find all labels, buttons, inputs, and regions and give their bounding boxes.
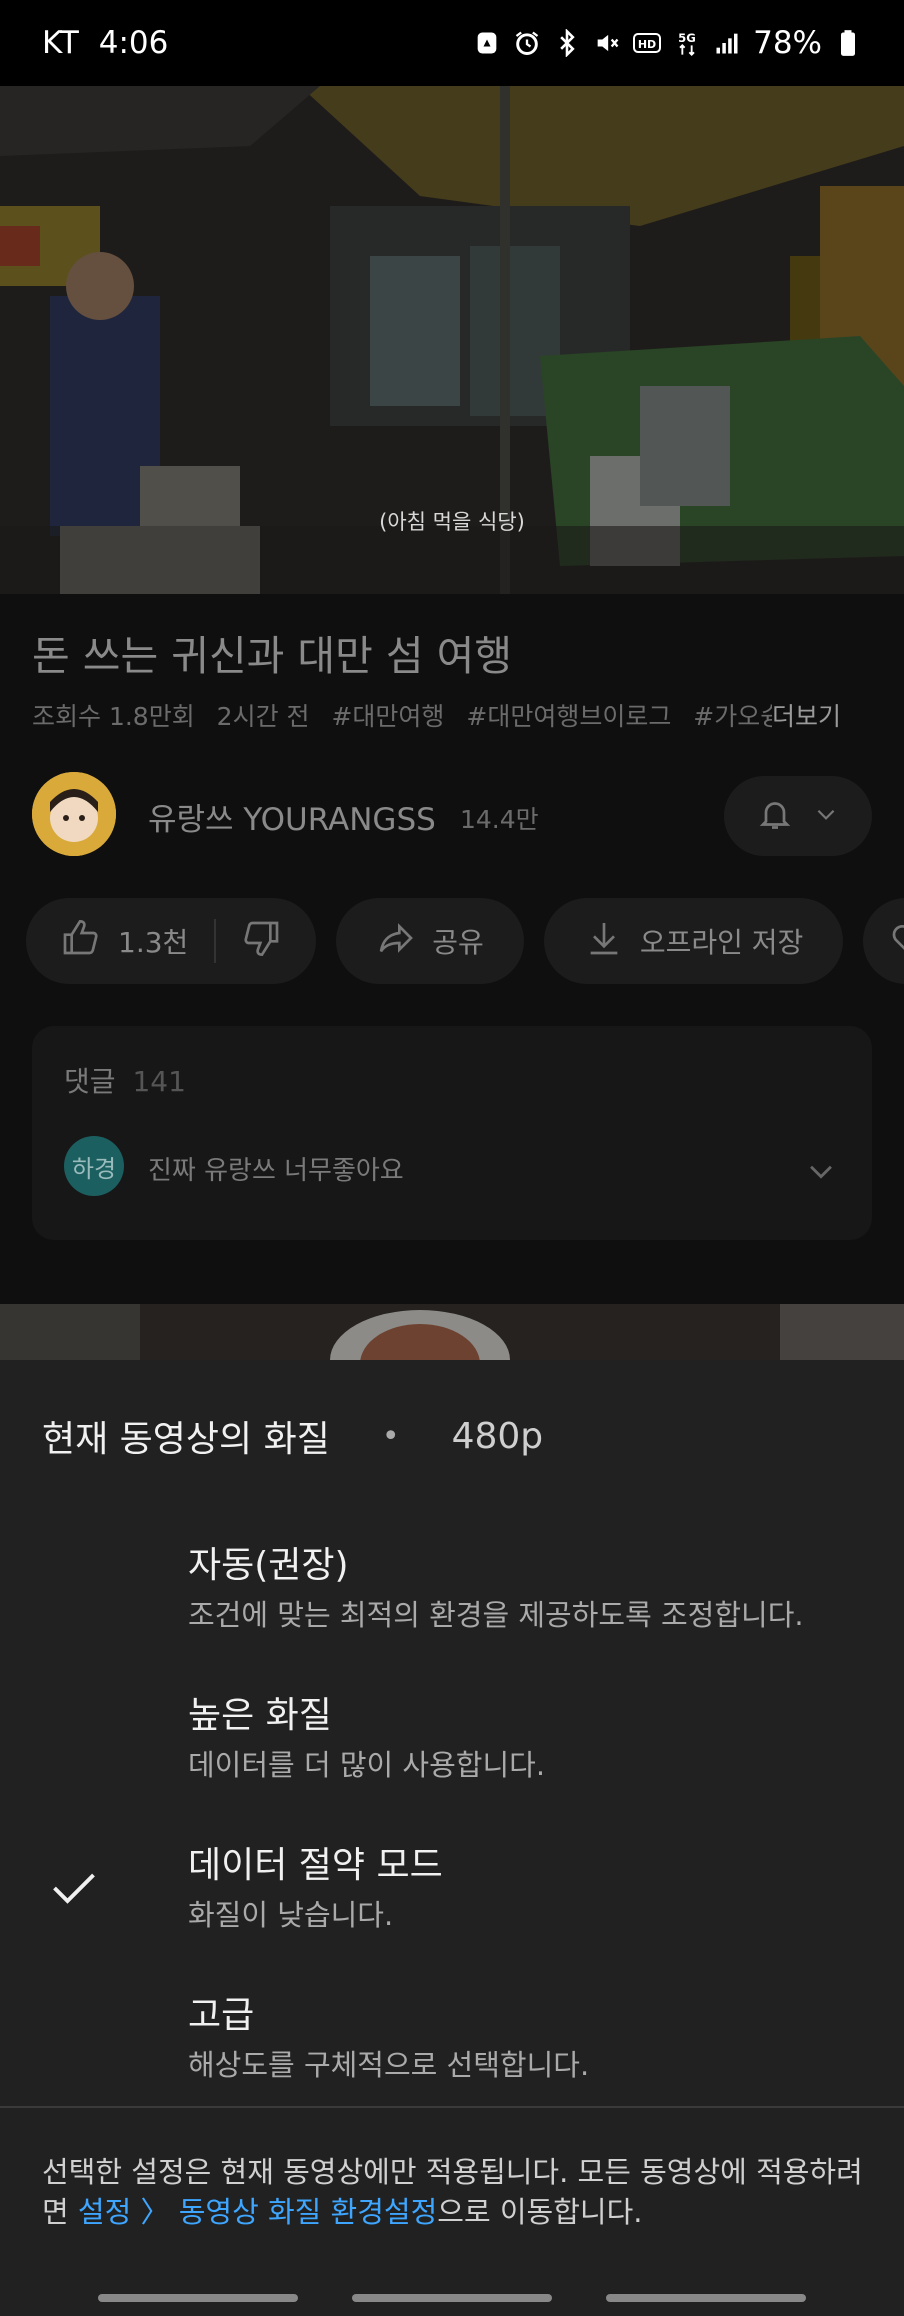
like-divider (214, 919, 217, 963)
next-video-thumbnail (0, 1304, 904, 1360)
option-title: 자동(권장) (188, 1545, 349, 1586)
download-label: 오프라인 저장 (639, 926, 804, 959)
thanks-button[interactable] (863, 898, 904, 984)
bluetooth-icon (553, 29, 581, 57)
option-desc: 화질이 낮습니다. (188, 1898, 394, 1932)
battery-icon (834, 29, 862, 57)
hashtag[interactable]: #대만여행브이로그 (466, 702, 671, 731)
video-player[interactable]: (아침 먹을 식당) (0, 86, 904, 594)
like-button[interactable]: 1.3천 (60, 918, 188, 965)
share-button[interactable]: 공유 (336, 898, 524, 984)
option-title: 높은 화질 (188, 1695, 332, 1736)
dislike-button[interactable] (242, 918, 282, 965)
signal-icon (713, 29, 741, 57)
quality-option-data-saver[interactable]: 데이터 절약 모드 화질이 낮습니다. (0, 1836, 904, 1966)
comments-count: 141 (132, 1065, 186, 1098)
notification-icon (473, 29, 501, 57)
sheet-footnote: 선택한 설정은 현재 동영상에만 적용됩니다. 모든 동영상에 적용하려면 설정… (42, 2152, 882, 2232)
status-right: HD 5G 78% (473, 25, 862, 61)
view-count: 조회수 1.8만회 (32, 702, 195, 731)
upload-age: 2시간 전 (216, 702, 310, 731)
comment-avatar: 하경 (64, 1136, 124, 1196)
like-count: 1.3천 (118, 926, 189, 959)
option-title: 고급 (188, 1995, 255, 2036)
bell-icon (757, 796, 793, 836)
subscriber-count: 14.4만 (460, 805, 539, 834)
option-desc: 데이터를 더 많이 사용합니다. (188, 1748, 546, 1782)
option-desc: 조건에 맞는 최적의 환경을 제공하도록 조정합니다. (188, 1598, 804, 1632)
hashtag[interactable]: #가오슝 (693, 702, 772, 731)
status-bar: KT 4:06 HD 5G 78% (0, 0, 904, 86)
clock: 4:06 (98, 25, 169, 61)
option-title: 데이터 절약 모드 (188, 1845, 443, 1886)
download-button[interactable]: 오프라인 저장 (543, 898, 844, 984)
sheet-divider (0, 2106, 904, 2108)
download-icon (584, 918, 624, 965)
thumbs-down-icon (242, 921, 282, 965)
chevron-down-icon (813, 801, 839, 831)
mute-icon (593, 29, 621, 57)
current-quality: 480p (451, 1415, 544, 1457)
quality-option-advanced[interactable]: 고급 해상도를 구체적으로 선택합니다. (0, 1986, 904, 2116)
system-nav-bar (0, 2280, 904, 2316)
sheet-title: 현재 동영상의 화질 (42, 1419, 330, 1460)
heart-dollar-icon (889, 918, 904, 965)
comments-card[interactable]: 댓글 141 하경 진짜 유랑쓰 너무좋아요 (32, 1026, 872, 1240)
nav-home[interactable] (352, 2294, 552, 2302)
status-left: KT 4:06 (42, 25, 168, 61)
share-icon (376, 918, 416, 965)
chevron-down-icon[interactable] (804, 1154, 838, 1192)
battery-percent: 78% (753, 25, 822, 61)
video-title: 돈 쓰는 귀신과 대만 섬 여행 (32, 632, 513, 680)
checkmark-icon (48, 1862, 100, 1918)
video-meta: 조회수 1.8만회 2시간 전 #대만여행 #대만여행브이로그 #가오슝 (32, 697, 772, 733)
comments-label: 댓글 (64, 1065, 116, 1098)
note-text-suffix: 으로 이동합니다. (437, 2195, 643, 2229)
more-button[interactable]: 더보기 (772, 697, 841, 733)
nav-recent-apps[interactable] (98, 2294, 298, 2302)
nav-back[interactable] (606, 2294, 806, 2302)
share-label: 공유 (432, 926, 484, 959)
sheet-header: 현재 동영상의 화질 • 480p (42, 1410, 543, 1462)
hd-icon: HD (633, 29, 662, 57)
5g-icon: 5G (673, 29, 701, 57)
video-subtitle: (아침 먹을 식당) (379, 510, 525, 534)
carrier-label: KT (42, 25, 79, 61)
like-dislike-group: 1.3천 (26, 898, 317, 984)
svg-text:HD: HD (638, 38, 656, 51)
quality-bottom-sheet: 현재 동영상의 화질 • 480p 자동(권장) 조건에 맞는 최적의 환경을 … (0, 1360, 904, 2316)
channel-name[interactable]: 유랑쓰 YOURANGSS (148, 794, 436, 839)
channel-avatar[interactable] (32, 772, 116, 856)
channel-row: 유랑쓰 YOURANGSS 14.4만 (32, 772, 872, 862)
notification-bell-button[interactable] (724, 776, 872, 856)
comments-header: 댓글 141 (64, 1060, 186, 1100)
thumbs-up-icon (60, 918, 100, 965)
header-separator: • (381, 1418, 400, 1454)
alarm-icon (513, 29, 541, 57)
option-desc: 해상도를 구체적으로 선택합니다. (188, 2048, 590, 2082)
settings-link[interactable]: 설정 〉 동영상 화질 환경설정 (78, 2195, 437, 2229)
quality-option-high[interactable]: 높은 화질 데이터를 더 많이 사용합니다. (0, 1686, 904, 1816)
quality-option-auto[interactable]: 자동(권장) 조건에 맞는 최적의 환경을 제공하도록 조정합니다. (0, 1536, 904, 1666)
top-comment-text: 진짜 유랑쓰 너무좋아요 (148, 1156, 404, 1186)
hashtag[interactable]: #대만여행 (331, 702, 444, 731)
action-bar: 1.3천 공유 오프라인 저장 (26, 898, 904, 984)
svg-text:5G: 5G (678, 31, 696, 45)
